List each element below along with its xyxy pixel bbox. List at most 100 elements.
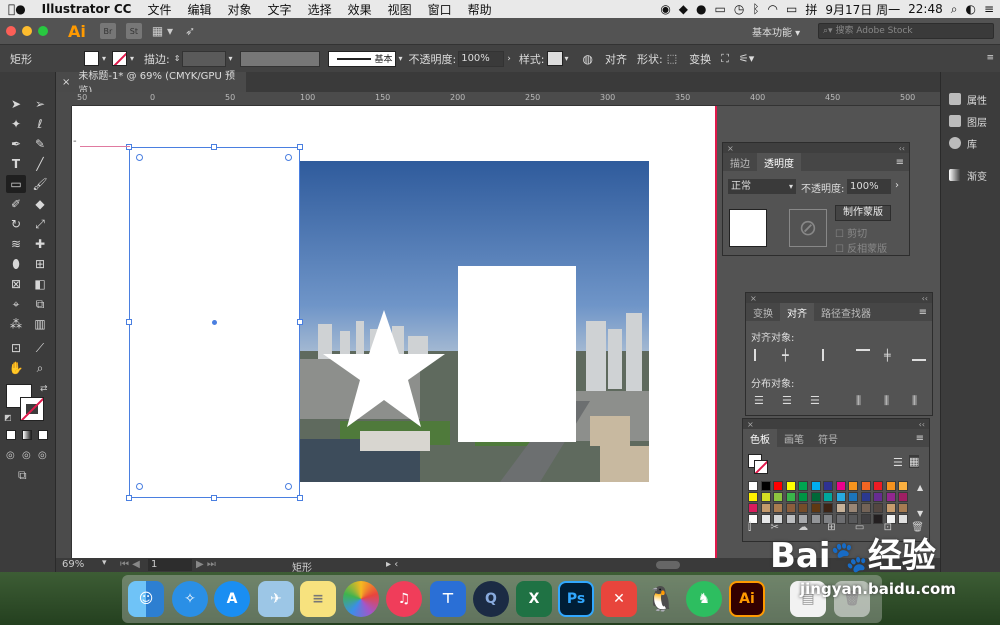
notification-center-icon[interactable]: ≡ <box>984 2 994 16</box>
white-rectangle-right[interactable] <box>458 266 576 442</box>
color-swatch[interactable] <box>860 492 871 502</box>
stroke-stepper[interactable]: ⇕ <box>174 54 181 63</box>
direct-selection-tool-icon[interactable]: ➢ <box>31 96 49 112</box>
music-icon[interactable]: ♫ <box>386 581 422 617</box>
close-window-button[interactable] <box>6 26 16 36</box>
menu-object[interactable]: 对象 <box>220 1 260 18</box>
stroke-swatch[interactable] <box>112 51 128 66</box>
color-swatch[interactable] <box>810 492 821 502</box>
panel-collapse-icon[interactable]: ‹‹ <box>922 294 928 303</box>
color-swatch[interactable] <box>835 481 846 491</box>
status-menu-icon[interactable]: ▸ ‹ <box>386 559 398 570</box>
tab-brushes[interactable]: 画笔 <box>777 429 811 447</box>
tab-swatches[interactable]: 色板 <box>743 429 777 447</box>
graphic-style-swatch[interactable] <box>546 51 563 66</box>
swatch-stroke-preview[interactable] <box>754 460 768 474</box>
menu-window[interactable]: 窗口 <box>420 1 460 18</box>
panel-menu-icon[interactable]: ≡ <box>896 153 909 171</box>
gradient-panel-button[interactable]: 渐变 <box>949 166 987 184</box>
workspace-switcher[interactable]: 基本功能 ▾ <box>752 24 800 39</box>
column-graph-tool-icon[interactable]: ▥ <box>31 316 49 332</box>
menu-app-name[interactable]: Illustrator CC <box>34 2 140 16</box>
artboard-number-input[interactable]: 1 <box>148 559 192 571</box>
panel-close-icon[interactable]: × <box>747 420 754 429</box>
symbol-sprayer-tool-icon[interactable]: ⁂ <box>7 316 25 332</box>
color-swatch[interactable] <box>773 503 783 513</box>
color-swatch[interactable] <box>760 492 771 502</box>
menu-select[interactable]: 选择 <box>300 1 340 18</box>
color-swatch[interactable] <box>773 481 783 491</box>
corner-widget[interactable] <box>285 483 292 490</box>
mesh-tool-icon[interactable]: ⊠ <box>7 276 25 292</box>
puppet-warp-tool-icon[interactable]: ✚ <box>31 236 49 252</box>
tab-symbols[interactable]: 符号 <box>811 429 845 447</box>
color-swatch[interactable] <box>898 492 908 502</box>
color-swatch[interactable] <box>785 481 796 491</box>
color-swatch[interactable] <box>860 503 871 513</box>
transform-link[interactable]: 变换 <box>689 51 711 67</box>
center-point[interactable] <box>212 320 217 325</box>
vertical-ruler[interactable] <box>56 106 72 558</box>
fill-swatch[interactable] <box>84 51 99 66</box>
pen-tool-icon[interactable]: ✒ <box>7 136 25 152</box>
align-top-icon[interactable] <box>856 349 870 361</box>
lasso-tool-icon[interactable]: ℓ <box>31 116 49 132</box>
isolate-object-icon[interactable]: ⛶ <box>721 52 729 66</box>
color-swatch[interactable] <box>848 492 858 502</box>
selection-handle[interactable] <box>297 319 303 325</box>
stock-search-input[interactable]: ⌕▾ 搜索 Adobe Stock <box>818 23 994 39</box>
color-swatch[interactable] <box>760 503 771 513</box>
star-shape[interactable] <box>322 310 446 430</box>
distribute-right-icon[interactable]: ⫼ <box>912 394 917 408</box>
gradient-mode-icon[interactable] <box>22 430 32 440</box>
panel-opacity-expand-icon[interactable]: › <box>895 180 899 191</box>
corner-widget[interactable] <box>285 154 292 161</box>
menu-edit[interactable]: 编辑 <box>180 1 220 18</box>
distribute-vertical-center-icon[interactable]: ☰ <box>782 394 792 407</box>
color-swatch[interactable] <box>810 503 821 513</box>
clip-checkbox[interactable]: ☐ 剪切 <box>835 225 867 240</box>
selection-handle[interactable] <box>126 144 132 150</box>
panel-collapse-icon[interactable]: ‹‹ <box>919 420 925 429</box>
none-mode-icon[interactable] <box>38 430 48 440</box>
color-mode-icon[interactable] <box>6 430 16 440</box>
panel-close-icon[interactable]: × <box>750 294 757 303</box>
swap-fill-stroke-icon[interactable]: ⇄ <box>40 384 48 394</box>
distribute-top-icon[interactable]: ☰ <box>754 394 764 407</box>
selection-handle[interactable] <box>126 319 132 325</box>
safari-icon[interactable]: ✧ <box>172 581 208 617</box>
rectangle-tool-icon[interactable]: ▭ <box>6 175 26 193</box>
scroll-down-icon[interactable]: ▼ <box>917 509 923 518</box>
style-dropdown-icon[interactable]: ▾ <box>565 54 569 63</box>
selection-handle[interactable] <box>297 495 303 501</box>
artboard-tool-icon[interactable]: ⊡ <box>7 340 25 356</box>
screen-mode-icon[interactable]: ⧉ <box>18 468 27 483</box>
recolor-artwork-icon[interactable]: ◍ <box>583 52 593 66</box>
next-artboard-icon[interactable]: ▶ ⏭ <box>196 559 216 570</box>
panel-menu-icon[interactable]: ≡ <box>916 429 929 447</box>
illustrator-icon[interactable]: Ai <box>729 581 765 617</box>
color-swatch[interactable] <box>748 492 758 502</box>
color-swatch[interactable] <box>860 481 871 491</box>
color-swatch[interactable] <box>823 492 833 502</box>
menu-time[interactable]: 22:48 <box>908 2 943 16</box>
color-swatch[interactable] <box>773 492 783 502</box>
first-artboard-icon[interactable]: ⏮ ◀ <box>120 559 140 570</box>
evernote-icon[interactable]: ♞ <box>686 581 722 617</box>
scroll-up-icon[interactable]: ▲ <box>917 483 923 492</box>
eyedropper-tool-icon[interactable]: ⌖ <box>7 296 25 312</box>
panel-menu-icon[interactable]: ≡ <box>919 303 932 321</box>
record-icon[interactable]: ◉ <box>660 2 670 16</box>
menu-view[interactable]: 视图 <box>380 1 420 18</box>
make-mask-button[interactable]: 制作蒙版 <box>835 205 891 221</box>
color-swatch[interactable] <box>885 481 896 491</box>
photoshop-icon[interactable]: Ps <box>558 581 594 617</box>
time-machine-icon[interactable]: ◷ <box>734 2 744 16</box>
input-method-icon[interactable]: 拼 <box>805 1 817 18</box>
slice-tool-icon[interactable]: ⟋ <box>31 340 49 356</box>
wifi-icon[interactable]: ◠ <box>768 2 778 16</box>
blend-mode-dropdown[interactable]: 正常 ▾ <box>728 179 796 194</box>
opacity-expand-icon[interactable]: › <box>507 54 511 64</box>
draw-normal-icon[interactable]: ◎ <box>6 450 15 461</box>
zoom-dropdown-icon[interactable]: ▾ <box>102 558 107 568</box>
